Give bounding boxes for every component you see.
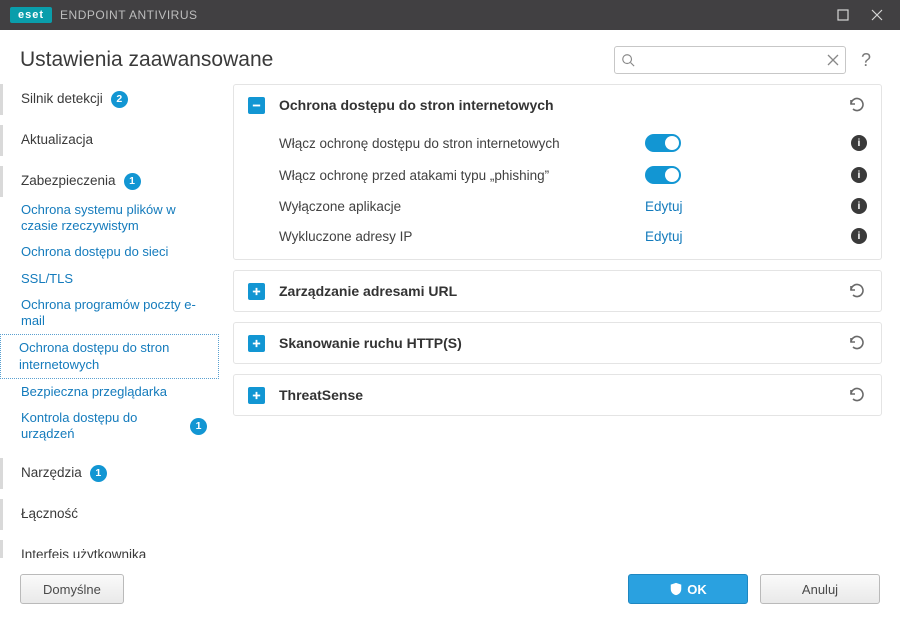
- panel-2: Skanowanie ruchu HTTP(S): [233, 322, 882, 364]
- panel-1: Zarządzanie adresami URL: [233, 270, 882, 312]
- page-header: Ustawienia zaawansowane ?: [0, 30, 900, 84]
- revert-icon[interactable]: [847, 333, 867, 353]
- page-title: Ustawienia zaawansowane: [20, 48, 614, 72]
- sidebar-item-4[interactable]: Ochrona dostępu do sieci: [0, 239, 219, 265]
- setting-row-2: Wyłączone aplikacjeEdytuj i: [279, 191, 867, 221]
- info-icon[interactable]: i: [851, 198, 867, 214]
- badge: 1: [124, 173, 141, 190]
- panel-title: Skanowanie ruchu HTTP(S): [279, 335, 847, 351]
- badge: 1: [190, 418, 207, 435]
- shield-icon: [669, 582, 683, 596]
- panel-header[interactable]: Skanowanie ruchu HTTP(S): [234, 323, 881, 363]
- collapse-icon: [248, 97, 265, 114]
- panel-header[interactable]: Ochrona dostępu do stron internetowych: [234, 85, 881, 125]
- sidebar-item-7[interactable]: Ochrona dostępu do stron internetowych: [0, 334, 219, 379]
- sidebar-item-label: Ochrona dostępu do stron internetowych: [19, 340, 206, 373]
- sidebar-item-label: Narzędzia: [21, 465, 82, 482]
- sidebar-item-label: Ochrona dostępu do sieci: [21, 244, 168, 260]
- panel-title: ThreatSense: [279, 387, 847, 403]
- panel-title: Zarządzanie adresami URL: [279, 283, 847, 299]
- search-box[interactable]: [614, 46, 846, 74]
- expand-icon: [248, 387, 265, 404]
- sidebar-item-11[interactable]: Łączność: [0, 499, 219, 530]
- search-input[interactable]: [615, 53, 845, 67]
- sidebar-item-8[interactable]: Bezpieczna przeglądarka: [0, 379, 219, 405]
- panel-0: Ochrona dostępu do stron internetowych Wł…: [233, 84, 882, 260]
- sidebar-item-10[interactable]: Narzędzia 1: [0, 458, 219, 489]
- sidebar-item-3[interactable]: Ochrona systemu plików w czasie rzeczywi…: [0, 197, 219, 240]
- sidebar-item-1[interactable]: Aktualizacja: [0, 125, 219, 156]
- panel-header[interactable]: Zarządzanie adresami URL: [234, 271, 881, 311]
- sidebar-item-label: SSL/TLS: [21, 271, 73, 287]
- toggle-switch[interactable]: [645, 134, 681, 152]
- setting-label: Włącz ochronę dostępu do stron interneto…: [279, 136, 645, 151]
- setting-row-0: Włącz ochronę dostępu do stron interneto…: [279, 127, 867, 159]
- panel-3: ThreatSense: [233, 374, 882, 416]
- sidebar-item-label: Łączność: [21, 506, 78, 523]
- badge: 2: [111, 91, 128, 108]
- sidebar-item-label: Zabezpieczenia: [21, 173, 116, 190]
- info-icon[interactable]: i: [851, 228, 867, 244]
- panel-body: Włącz ochronę dostępu do stron interneto…: [234, 125, 881, 259]
- sidebar-item-label: Ochrona programów poczty e-mail: [21, 297, 207, 330]
- revert-icon[interactable]: [847, 281, 867, 301]
- defaults-button[interactable]: Domyślne: [20, 574, 124, 604]
- sidebar-item-label: Ochrona systemu plików w czasie rzeczywi…: [21, 202, 207, 235]
- setting-row-3: Wykluczone adresy IPEdytuj i: [279, 221, 867, 251]
- expand-icon: [248, 335, 265, 352]
- setting-row-1: Włącz ochronę przed atakami typu „phishi…: [279, 159, 867, 191]
- search-icon: [621, 53, 635, 67]
- revert-icon[interactable]: [847, 95, 867, 115]
- setting-label: Włącz ochronę przed atakami typu „phishi…: [279, 168, 645, 183]
- revert-icon[interactable]: [847, 385, 867, 405]
- sidebar-item-9[interactable]: Kontrola dostępu do urządzeń 1: [0, 405, 219, 448]
- help-button[interactable]: ?: [852, 50, 880, 71]
- panel-title: Ochrona dostępu do stron internetowych: [279, 97, 847, 113]
- sidebar: Silnik detekcji 2 Aktualizacja Zabezpieczen…: [0, 84, 225, 582]
- edit-link[interactable]: Edytuj: [645, 229, 683, 244]
- window-maximize-icon[interactable]: [826, 0, 860, 30]
- sidebar-item-5[interactable]: SSL/TLS: [0, 266, 219, 292]
- footer: Domyślne OK Anuluj: [0, 558, 900, 620]
- sidebar-item-6[interactable]: Ochrona programów poczty e-mail: [0, 292, 219, 335]
- setting-label: Wykluczone adresy IP: [279, 229, 645, 244]
- panel-header[interactable]: ThreatSense: [234, 375, 881, 415]
- ok-label: OK: [687, 582, 707, 597]
- toggle-switch[interactable]: [645, 166, 681, 184]
- sidebar-item-label: Bezpieczna przeglądarka: [21, 384, 167, 400]
- main-pane: Ochrona dostępu do stron internetowych Wł…: [225, 84, 900, 582]
- sidebar-item-0[interactable]: Silnik detekcji 2: [0, 84, 219, 115]
- sidebar-item-label: Kontrola dostępu do urządzeń: [21, 410, 182, 443]
- info-icon[interactable]: i: [851, 135, 867, 151]
- edit-link[interactable]: Edytuj: [645, 199, 683, 214]
- clear-search-icon[interactable]: [827, 54, 839, 66]
- setting-label: Wyłączone aplikacje: [279, 199, 645, 214]
- sidebar-item-2[interactable]: Zabezpieczenia 1: [0, 166, 219, 197]
- window-close-icon[interactable]: [860, 0, 894, 30]
- product-name: ENDPOINT ANTIVIRUS: [60, 8, 197, 22]
- cancel-button[interactable]: Anuluj: [760, 574, 880, 604]
- info-icon[interactable]: i: [851, 167, 867, 183]
- sidebar-item-label: Aktualizacja: [21, 132, 93, 149]
- brand-logo: eset: [10, 7, 52, 23]
- ok-button[interactable]: OK: [628, 574, 748, 604]
- titlebar: eset ENDPOINT ANTIVIRUS: [0, 0, 900, 30]
- expand-icon: [248, 283, 265, 300]
- sidebar-item-label: Silnik detekcji: [21, 91, 103, 108]
- badge: 1: [90, 465, 107, 482]
